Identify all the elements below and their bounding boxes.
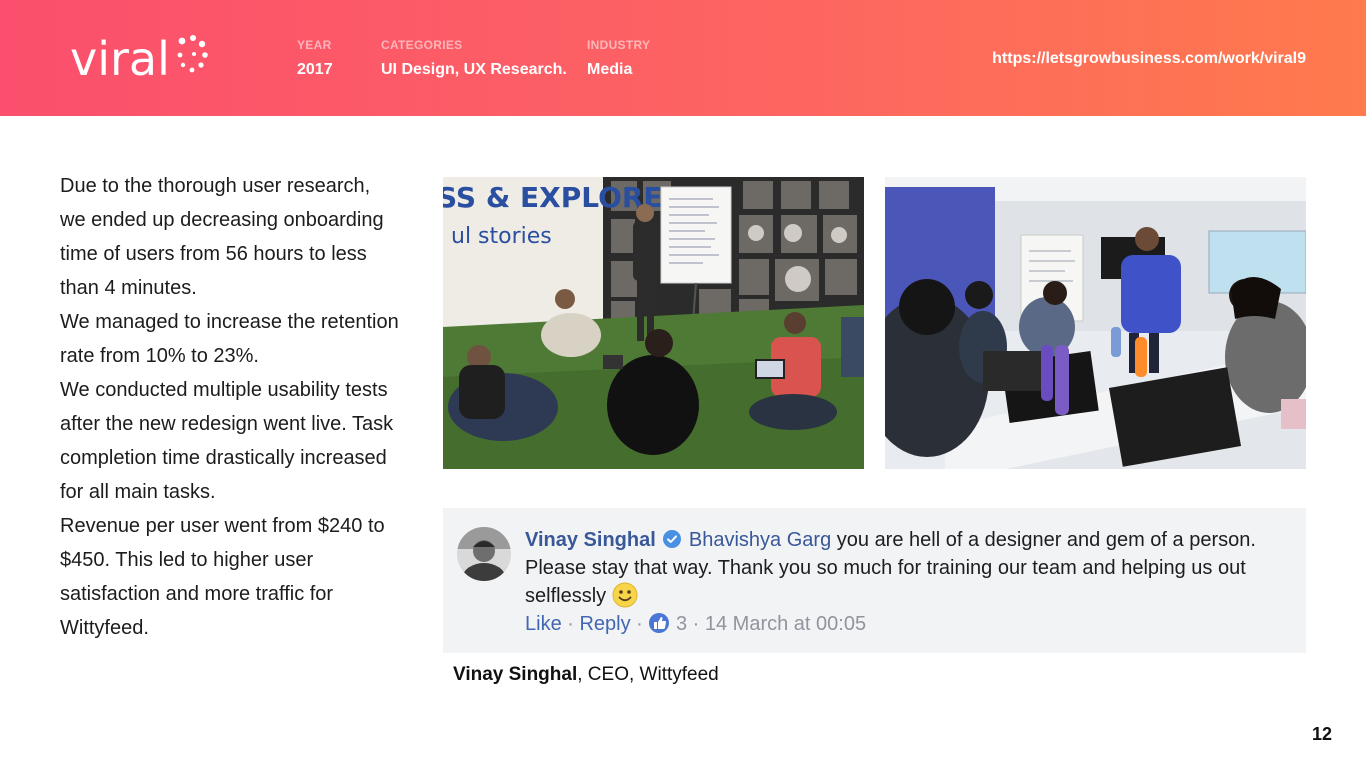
meta-year: YEAR 2017 <box>297 38 333 79</box>
wall-text-1: SS & EXPLORE <box>443 181 663 214</box>
like-count[interactable]: 3 <box>676 613 687 635</box>
workshop-photo: SS & EXPLORE ul stories <box>443 177 864 469</box>
like-link[interactable]: Like <box>525 613 562 635</box>
reply-link[interactable]: Reply <box>579 613 630 635</box>
meeting-room-photo <box>885 177 1306 469</box>
meta-industry: INDUSTRY Media <box>587 38 650 79</box>
page-number: 12 <box>1311 724 1332 744</box>
header-banner: viral YEAR 2017 CATEGORIES UI Design, UX… <box>0 0 1366 116</box>
meta-industry-value: Media <box>587 61 633 78</box>
avatar-image <box>457 527 511 581</box>
comment-body: Vinay Singhal Bhavishya Garg you are hel… <box>525 526 1285 610</box>
commenter-name-link[interactable]: Vinay Singhal <box>525 529 656 551</box>
paragraph-usability: We conducted multiple usability tests af… <box>60 379 394 503</box>
meta-categories-label: CATEGORIES <box>381 38 463 52</box>
workshop-photo-image: SS & EXPLORE ul stories <box>443 177 864 469</box>
meta-industry-label: INDUSTRY <box>587 38 651 52</box>
verified-badge-icon <box>663 530 682 548</box>
meta-categories: CATEGORIES UI Design, UX Research. <box>381 38 567 79</box>
comment-actions: Like · Reply · 3 · 14 March at 00:05 <box>525 612 866 636</box>
meeting-room-photo-image <box>885 177 1306 469</box>
logo-text: viral <box>70 32 170 86</box>
meta-categories-value: UI Design, UX Research. <box>381 61 567 78</box>
attribution-name: Vinay Singhal <box>453 664 578 685</box>
paragraph-retention: We managed to increase the retention rat… <box>60 311 399 367</box>
meta-year-label: YEAR <box>297 38 332 52</box>
testimonial-attribution: Vinay Singhal, CEO, Wittyfeed <box>453 664 719 686</box>
viral-logo: viral <box>70 30 210 82</box>
separator: · <box>561 613 580 635</box>
testimonial-comment: Vinay Singhal Bhavishya Garg you are hel… <box>443 508 1306 653</box>
results-text: Due to the thorough user research, we en… <box>60 169 400 645</box>
attribution-role: , CEO, Wittyfeed <box>577 664 719 685</box>
avatar[interactable] <box>457 527 511 581</box>
comment-timestamp[interactable]: 14 March at 00:05 <box>705 613 866 635</box>
smiley-emoji-icon <box>612 582 638 608</box>
separator: · <box>630 613 649 635</box>
separator: · <box>687 613 705 635</box>
project-url-link[interactable]: https://letsgrowbusiness.com/work/viral9 <box>992 50 1306 68</box>
mention-link[interactable]: Bhavishya Garg <box>689 529 831 551</box>
thumbs-up-icon <box>649 613 670 633</box>
meta-year-value: 2017 <box>297 61 333 78</box>
wall-text-2: ul stories <box>451 224 552 249</box>
paragraph-revenue: Revenue per user went from $240 to $450.… <box>60 515 385 639</box>
logo-dots-icon <box>177 35 208 73</box>
paragraph-onboarding: Due to the thorough user research, we en… <box>60 175 384 299</box>
